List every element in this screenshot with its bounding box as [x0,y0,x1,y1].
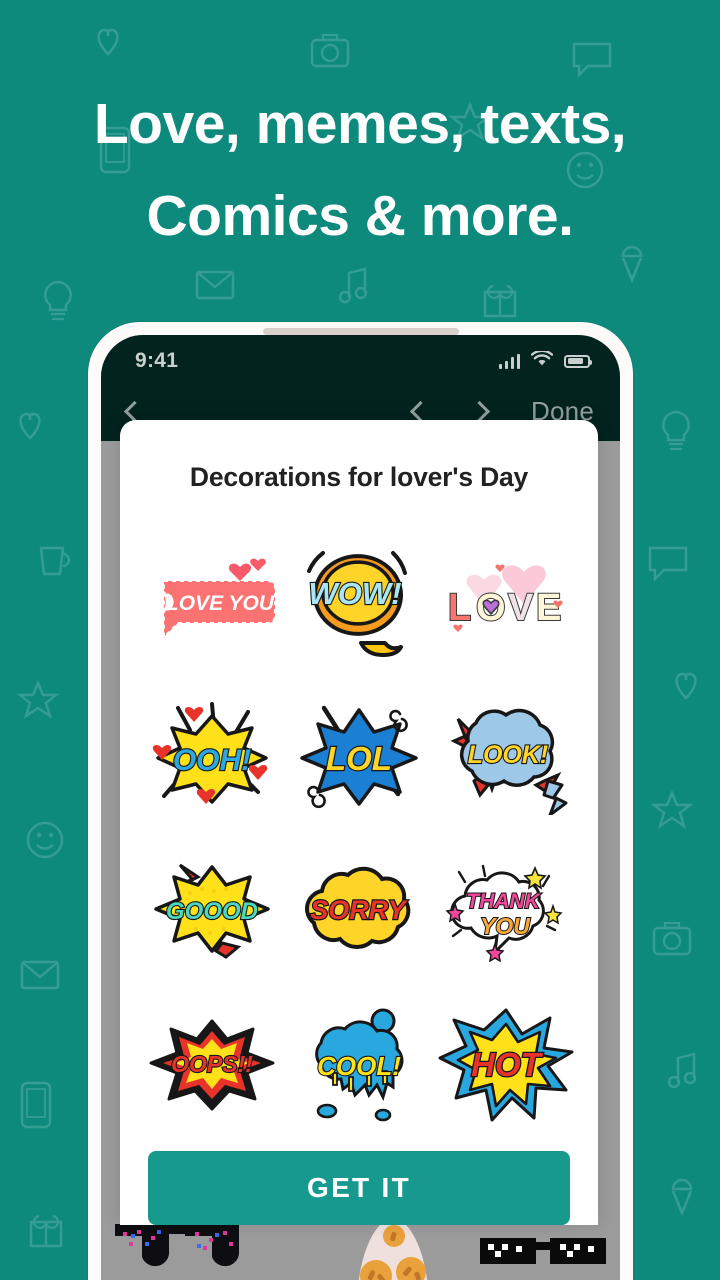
sticker-label: LOVE YOU [166,592,275,615]
battery-icon [564,354,592,368]
sticker-oopss[interactable]: OOPS!! [142,991,283,1140]
sticker-label: OOPS!! [171,1051,253,1077]
status-bar-icons [498,349,592,372]
svg-text:V: V [508,587,534,629]
headline-line-2: Comics & more. [146,184,574,249]
svg-text:THANK: THANK [466,890,541,913]
sticker-grid: LOVE YOU WOW! L V E OOH! LOL LOOK! GOOOD… [120,493,598,1139]
wifi-icon [530,349,554,372]
sticker-love-you[interactable]: LOVE YOU [142,527,283,676]
sticker-label: GOOOD [166,898,258,925]
chevron-left-icon[interactable] [123,400,146,422]
promo-screen: Love, memes, texts, Comics & more. 9:41 [0,0,720,1280]
sticker-label: COOL! [317,1051,401,1081]
sticker-label: HOT [471,1046,544,1083]
get-it-button[interactable]: GET IT [148,1151,570,1225]
sticker-goood[interactable]: GOOOD [142,836,283,985]
sticker-label: LOOK! [467,741,548,769]
sticker-label: LOL [326,740,392,777]
chevron-right-icon[interactable] [468,400,491,422]
phone-right-edge [626,322,631,1280]
sticker-label: OOH! [173,744,251,777]
sticker-love[interactable]: L O V E LOVE [435,527,576,676]
svg-text:L: L [448,587,471,629]
sticker-thank-you[interactable]: THANK YOU THANK YOU [435,836,576,985]
sticker-look[interactable]: LOOK! [435,682,576,831]
status-bar-clock: 9:41 [135,349,179,372]
sticker-pack-modal: Decorations for lover's Day LOVE YOU WOW… [120,420,598,1225]
phone-left-edge [90,322,95,1280]
sticker-wow[interactable]: WOW! [289,527,430,676]
cellular-signal-icon [498,353,520,369]
chevron-left-icon[interactable] [409,400,432,422]
cta-container: GET IT [120,1139,598,1225]
sticker-sorry[interactable]: SORRY [289,836,430,985]
pixel-thug-life-glasses-sticker[interactable] [478,1234,608,1280]
led-party-sunglasses-sticker[interactable] [111,1218,243,1280]
sticker-lol[interactable]: LOL [289,682,430,831]
promo-headline: Love, memes, texts, Comics & more. [0,78,720,263]
svg-text:YOU: YOU [480,913,531,939]
sticker-ooh[interactable]: OOH! [142,682,283,831]
headline-line-1: Love, memes, texts, [93,92,627,156]
sticker-label: WOW! [309,576,402,611]
svg-text:E: E [536,587,561,629]
sticker-label: SORRY [310,895,409,925]
modal-title: Decorations for lover's Day [189,462,529,492]
sticker-hot[interactable]: HOT [435,991,576,1140]
phone-speaker-slot [262,328,459,335]
status-bar: 9:41 [101,335,620,381]
sticker-cool[interactable]: COOL! [289,991,430,1140]
